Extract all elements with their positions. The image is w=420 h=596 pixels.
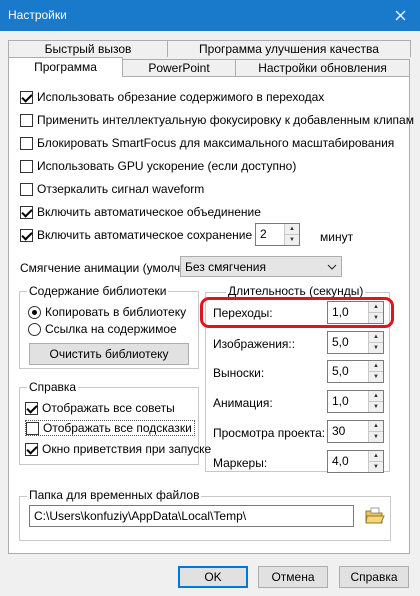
spin-down-icon[interactable]: ▼: [369, 401, 383, 412]
preview-label: Просмотра проекта:: [213, 426, 326, 440]
tab-quality-program[interactable]: Программа улучшения качества: [167, 40, 411, 57]
spin-down-icon[interactable]: ▼: [369, 431, 383, 442]
tab-update-settings[interactable]: Настройки обновления: [235, 59, 410, 77]
library-link-option[interactable]: Ссылка на содержимое: [28, 321, 177, 337]
images-label: Изображения::: [213, 337, 296, 351]
callouts-label: Выноски:: [213, 366, 265, 380]
link-to-content-radio[interactable]: [28, 322, 41, 336]
show-hints-checkbox[interactable]: [26, 421, 39, 435]
images-duration-spinner[interactable]: 5,0 ▲ ▼: [327, 331, 384, 354]
transitions-highlight: [200, 297, 394, 328]
temp-folder-group-title: Папка для временных файлов: [27, 488, 202, 502]
library-copy-option[interactable]: Копировать в библиотеку: [28, 304, 186, 320]
crop-checkbox[interactable]: [20, 90, 33, 104]
spin-down-icon[interactable]: ▼: [369, 461, 383, 472]
spin-up-icon[interactable]: ▲: [369, 391, 383, 401]
option-mirror-waveform[interactable]: Отзеркалить сигнал waveform: [20, 181, 204, 197]
option-auto-save[interactable]: Включить автоматическое сохранение: [20, 227, 252, 243]
spin-up-icon[interactable]: ▲: [369, 332, 383, 342]
ok-button[interactable]: OK: [178, 566, 248, 588]
spin-down-icon[interactable]: ▼: [369, 371, 383, 382]
markers-label: Маркеры:: [213, 456, 268, 470]
close-icon[interactable]: [395, 10, 406, 21]
welcome-window-checkbox[interactable]: [25, 442, 38, 456]
help-show-hints[interactable]: Отображать все подсказки: [25, 420, 195, 436]
copy-to-library-radio[interactable]: [28, 305, 41, 319]
library-group-title: Содержание библиотеки: [27, 284, 169, 298]
spin-up-icon[interactable]: ▲: [369, 421, 383, 431]
spin-up-icon[interactable]: ▲: [285, 224, 299, 234]
smart-focus-checkbox[interactable]: [20, 113, 33, 127]
gpu-checkbox[interactable]: [20, 159, 33, 173]
chevron-down-icon: [323, 264, 341, 270]
auto-save-checkbox[interactable]: [20, 228, 33, 242]
option-block-smartfocus[interactable]: Блокировать SmartFocus для максимального…: [20, 135, 394, 151]
help-button[interactable]: Справка: [339, 566, 409, 588]
tab-quick-access[interactable]: Быстрый вызов: [8, 40, 168, 57]
help-group-title: Справка: [27, 380, 79, 394]
option-gpu[interactable]: Использовать GPU ускорение (если доступн…: [20, 158, 296, 174]
spin-up-icon[interactable]: ▲: [369, 451, 383, 461]
block-smartfocus-checkbox[interactable]: [20, 136, 33, 150]
spin-down-icon[interactable]: ▼: [369, 342, 383, 353]
animation-smoothing-select[interactable]: Без смягчения: [180, 256, 342, 277]
callouts-duration-spinner[interactable]: 5,0 ▲ ▼: [327, 360, 384, 383]
animation-label: Анимация:: [213, 396, 273, 410]
temp-folder-path-input[interactable]: C:\Users\konfuziy\AppData\Local\Temp\: [29, 505, 354, 527]
clear-library-button[interactable]: Очистить библиотеку: [29, 343, 189, 365]
open-folder-icon: [365, 507, 385, 524]
mirror-waveform-checkbox[interactable]: [20, 182, 33, 196]
spin-down-icon[interactable]: ▼: [285, 234, 299, 245]
animation-smoothing-label: Смягчение анимации (умолч):: [20, 261, 188, 275]
duration-group-title: Длительность (секунды): [226, 284, 366, 298]
auto-merge-checkbox[interactable]: [20, 205, 33, 219]
spin-up-icon[interactable]: ▲: [369, 361, 383, 371]
auto-save-unit: минут: [320, 230, 354, 244]
cancel-button[interactable]: Отмена: [258, 566, 328, 588]
preview-duration-spinner[interactable]: 30 ▲ ▼: [327, 420, 384, 443]
window-title: Настройки: [8, 8, 67, 22]
help-welcome-window[interactable]: Окно приветствия при запуске: [25, 441, 211, 457]
tab-program[interactable]: Программа: [8, 57, 123, 77]
option-crop-transitions[interactable]: Использовать обрезание содержимого в пер…: [20, 89, 324, 105]
show-tips-checkbox[interactable]: [25, 401, 38, 415]
help-show-tips[interactable]: Отображать все советы: [25, 400, 175, 416]
animation-duration-spinner[interactable]: 1,0 ▲ ▼: [327, 390, 384, 413]
option-auto-merge[interactable]: Включить автоматическое объединение: [20, 204, 261, 220]
markers-duration-spinner[interactable]: 4,0 ▲ ▼: [327, 450, 384, 473]
auto-save-minutes-spinner[interactable]: 2 ▲ ▼: [255, 223, 300, 246]
title-bar: Настройки: [0, 0, 420, 31]
browse-folder-button[interactable]: [364, 505, 386, 527]
tab-powerpoint[interactable]: PowerPoint: [122, 59, 236, 77]
option-smart-focus[interactable]: Применить интеллектуальную фокусировку к…: [20, 112, 414, 128]
